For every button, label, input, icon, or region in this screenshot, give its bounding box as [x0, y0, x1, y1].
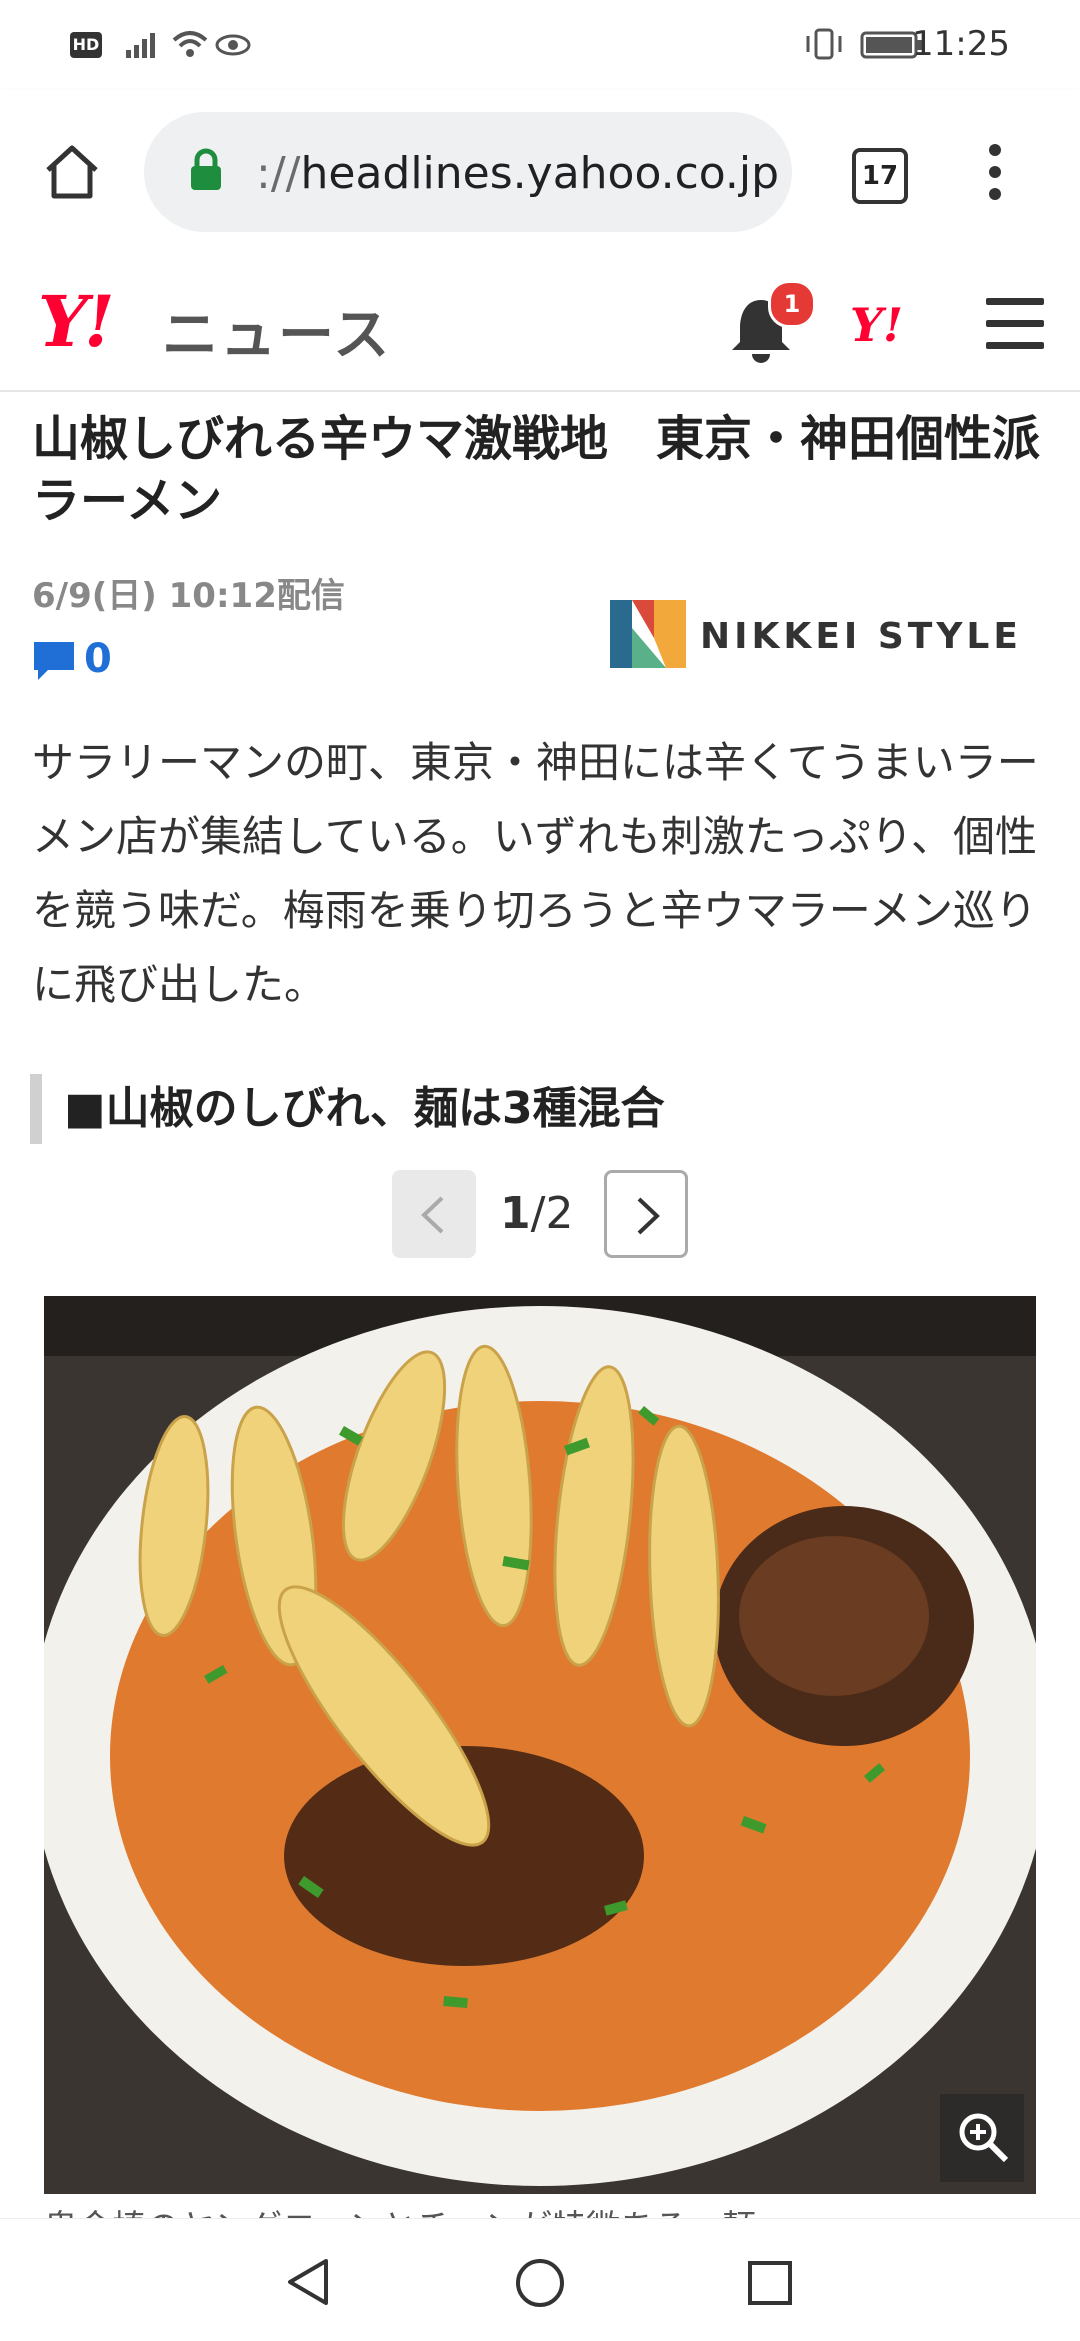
zoom-button[interactable]: [940, 2094, 1024, 2182]
comment-icon: [34, 642, 74, 680]
url-text: ://headlines.yahoo.co.jp: [256, 148, 779, 199]
status-bar: HD 11:25: [0, 0, 1080, 90]
home-icon[interactable]: [42, 142, 102, 202]
next-image-button[interactable]: [604, 1170, 688, 1258]
article-lead: サラリーマンの町、東京・神田には辛くてうまいラーメン店が集結している。いずれも刺…: [32, 738, 1039, 1009]
service-name[interactable]: ニュース: [162, 290, 391, 371]
system-nav-bar: [0, 2218, 1080, 2341]
publisher-name: NIKKEI STYLE: [700, 616, 1022, 657]
chevron-left-icon: [421, 1196, 444, 1234]
wifi-icon: [172, 31, 208, 57]
site-header: Y! ニュース 1 Y!: [0, 258, 1080, 392]
back-icon[interactable]: [284, 2257, 334, 2307]
page-total: /2: [530, 1188, 574, 1239]
chevron-right-icon: [637, 1197, 660, 1235]
ramen-photo-illustration: [44, 1296, 1036, 2194]
image-pager: 1/2: [0, 1170, 1080, 1262]
overflow-menu-icon[interactable]: [980, 140, 1010, 204]
zoom-in-icon: [959, 2113, 1009, 2163]
article-title: 山椒しびれる辛ウマ激戦地 東京・神田個性派ラーメン: [32, 411, 1041, 529]
browser-toolbar: ://headlines.yahoo.co.jp 17: [0, 90, 1080, 258]
nikkei-mark-icon: [610, 600, 686, 668]
url-prefix: ://: [256, 148, 301, 199]
publish-date: 6/9(日) 10:12配信: [32, 576, 345, 616]
notification-badge: 1: [768, 280, 816, 328]
vibrate-icon: [806, 28, 842, 60]
hd-indicator: HD: [70, 32, 102, 58]
hamburger-menu-icon[interactable]: [984, 296, 1046, 352]
lock-icon: [191, 148, 221, 190]
eye-icon: [215, 34, 251, 56]
page-indicator: 1/2: [500, 1188, 573, 1239]
home-nav-icon[interactable]: [514, 2257, 566, 2309]
prev-image-button[interactable]: [392, 1170, 476, 1258]
publisher-logo[interactable]: NIKKEI STYLE: [608, 598, 1018, 674]
clock: 11:25: [912, 24, 1010, 64]
yahoo-top-link[interactable]: Y!: [850, 298, 903, 352]
article-photo[interactable]: [44, 1296, 1036, 2194]
comment-count: 0: [84, 636, 112, 682]
tab-switcher-button[interactable]: 17: [852, 148, 908, 204]
signal-icon: [126, 33, 155, 58]
recents-icon[interactable]: [746, 2259, 794, 2307]
section-heading: ■山椒のしびれ、麺は3種混合: [30, 1074, 665, 1144]
comment-link[interactable]: 0: [32, 636, 112, 682]
page-current: 1: [500, 1188, 531, 1239]
yahoo-logo[interactable]: Y!: [38, 280, 115, 363]
url-host: headlines.yahoo.co.jp: [300, 148, 780, 199]
address-bar[interactable]: ://headlines.yahoo.co.jp: [144, 112, 792, 232]
